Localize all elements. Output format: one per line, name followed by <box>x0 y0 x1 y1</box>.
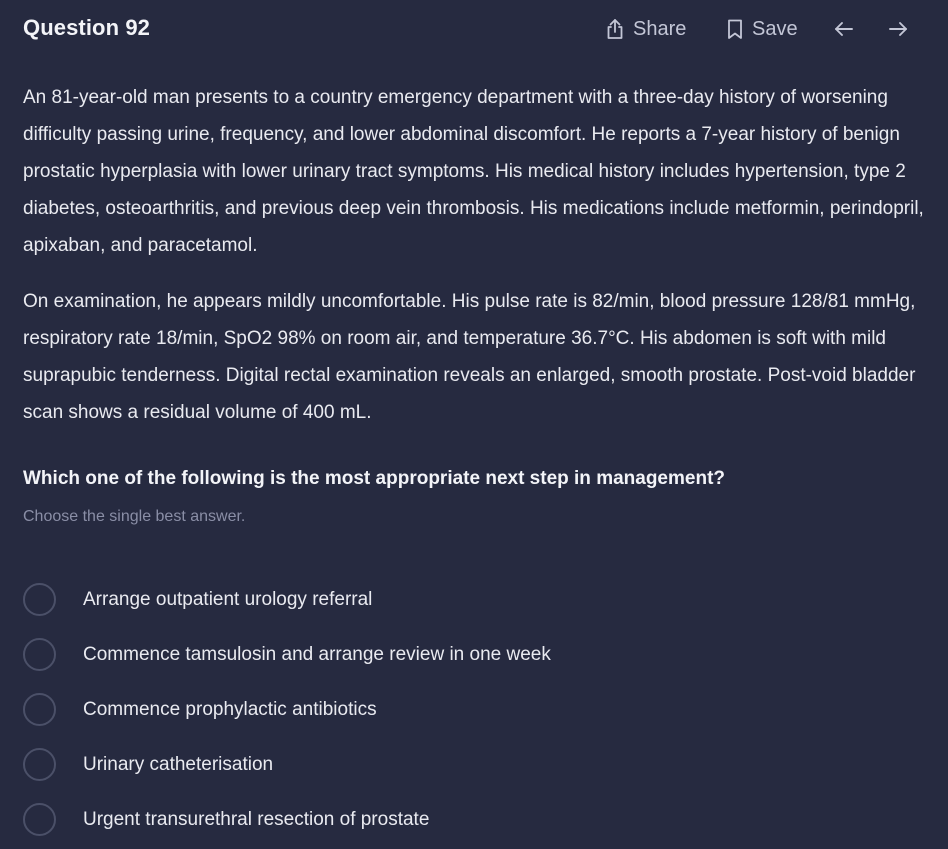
answer-option[interactable]: Arrange outpatient urology referral <box>23 572 923 627</box>
share-label: Share <box>633 17 687 40</box>
share-button[interactable]: Share <box>605 16 686 42</box>
answer-option-label: Urinary catheterisation <box>83 753 274 775</box>
question-stem: An 81-year-old man presents to a country… <box>23 79 928 431</box>
answer-option-label: Arrange outpatient urology referral <box>83 588 373 610</box>
question-header: Question 92 Share Save <box>0 0 948 58</box>
arrow-right-icon <box>886 22 910 45</box>
previous-question-button[interactable] <box>832 17 856 41</box>
next-question-button[interactable] <box>886 17 910 41</box>
radio-button[interactable] <box>23 638 56 671</box>
radio-button[interactable] <box>23 583 56 616</box>
answer-option-label: Commence tamsulosin and arrange review i… <box>83 643 551 665</box>
radio-button[interactable] <box>23 803 56 836</box>
share-icon <box>605 18 625 40</box>
answer-option-label: Urgent transurethral resection of prosta… <box>83 808 430 830</box>
save-button[interactable]: Save <box>726 16 798 42</box>
radio-button[interactable] <box>23 693 56 726</box>
bookmark-icon <box>726 18 744 40</box>
answer-option[interactable]: Commence tamsulosin and arrange review i… <box>23 627 923 682</box>
arrow-left-icon <box>832 22 856 45</box>
stem-paragraph-history: An 81-year-old man presents to a country… <box>23 87 924 256</box>
answer-hint: Choose the single best answer. <box>23 508 246 525</box>
answer-options: Arrange outpatient urology referral Comm… <box>23 572 923 847</box>
stem-paragraph-examination: On examination, he appears mildly uncomf… <box>23 291 916 423</box>
answer-option-label: Commence prophylactic antibiotics <box>83 698 377 720</box>
answer-option[interactable]: Urgent transurethral resection of prosta… <box>23 792 923 847</box>
save-label: Save <box>752 17 798 40</box>
radio-button[interactable] <box>23 748 56 781</box>
answer-option[interactable]: Commence prophylactic antibiotics <box>23 682 923 737</box>
question-title: Question 92 <box>23 15 151 40</box>
question-lead-in: Which one of the following is the most a… <box>23 468 725 489</box>
answer-option[interactable]: Urinary catheterisation <box>23 737 923 792</box>
